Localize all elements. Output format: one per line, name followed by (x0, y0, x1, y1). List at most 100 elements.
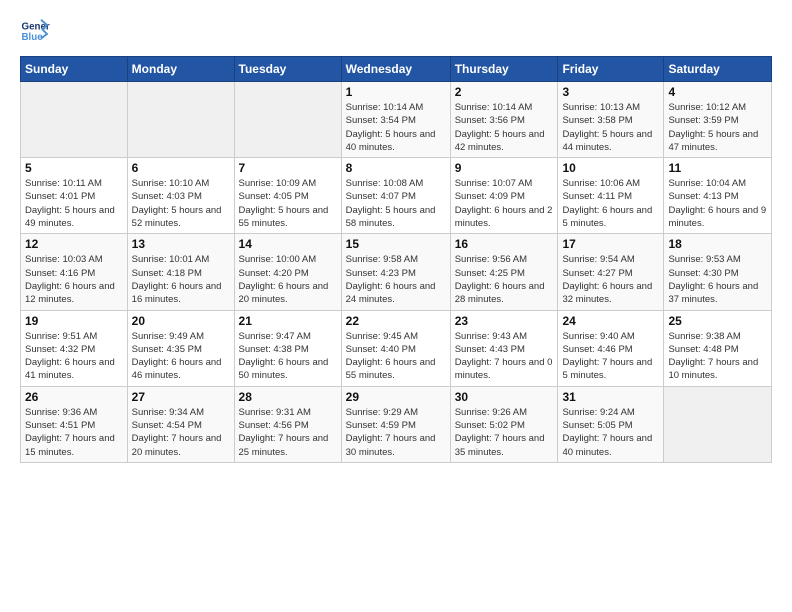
day-info: Sunrise: 9:51 AMSunset: 4:32 PMDaylight:… (25, 330, 123, 383)
day-cell-16: 16 Sunrise: 9:56 AMSunset: 4:25 PMDayligh… (450, 234, 558, 310)
day-info: Sunrise: 9:38 AMSunset: 4:48 PMDaylight:… (668, 330, 767, 383)
weekday-wednesday: Wednesday (341, 57, 450, 82)
day-number: 4 (668, 85, 767, 99)
day-info: Sunrise: 9:31 AMSunset: 4:56 PMDaylight:… (239, 406, 337, 459)
day-number: 11 (668, 161, 767, 175)
day-number: 20 (132, 314, 230, 328)
day-info: Sunrise: 9:49 AMSunset: 4:35 PMDaylight:… (132, 330, 230, 383)
day-info: Sunrise: 10:08 AMSunset: 4:07 PMDaylight… (346, 177, 446, 230)
day-number: 9 (455, 161, 554, 175)
day-number: 16 (455, 237, 554, 251)
day-info: Sunrise: 10:03 AMSunset: 4:16 PMDaylight… (25, 253, 123, 306)
day-number: 12 (25, 237, 123, 251)
day-cell-9: 9Sunrise: 10:07 AMSunset: 4:09 PMDayligh… (450, 158, 558, 234)
day-number: 28 (239, 390, 337, 404)
week-row-2: 5 Sunrise: 10:11 AMSunset: 4:01 PMDayligh… (21, 158, 772, 234)
day-cell-19: 19 Sunrise: 9:51 AMSunset: 4:32 PMDayligh… (21, 310, 128, 386)
day-cell-15: 15 Sunrise: 9:58 AMSunset: 4:23 PMDayligh… (341, 234, 450, 310)
day-number: 24 (562, 314, 659, 328)
day-cell-21: 21 Sunrise: 9:47 AMSunset: 4:38 PMDayligh… (234, 310, 341, 386)
day-cell-25: 25 Sunrise: 9:38 AMSunset: 4:48 PMDayligh… (664, 310, 772, 386)
day-number: 22 (346, 314, 446, 328)
day-cell-27: 27Sunrise: 9:34 AMSunset: 4:54 PMDayligh… (127, 386, 234, 462)
day-info: Sunrise: 10:12 AMSunset: 3:59 PMDaylight… (668, 101, 767, 154)
logo: General Blue (20, 16, 50, 46)
day-cell-8: 8 Sunrise: 10:08 AMSunset: 4:07 PMDayligh… (341, 158, 450, 234)
weekday-thursday: Thursday (450, 57, 558, 82)
day-info: Sunrise: 10:13 AMSunset: 3:58 PMDaylight… (562, 101, 659, 154)
week-row-3: 12 Sunrise: 10:03 AMSunset: 4:16 PMDaylig… (21, 234, 772, 310)
day-number: 5 (25, 161, 123, 175)
day-info: Sunrise: 10:01 AMSunset: 4:18 PMDaylight… (132, 253, 230, 306)
day-info: Sunrise: 9:47 AMSunset: 4:38 PMDaylight:… (239, 330, 337, 383)
day-cell-30: 30Sunrise: 9:26 AMSunset: 5:02 PMDayligh… (450, 386, 558, 462)
day-info: Sunrise: 9:24 AMSunset: 5:05 PMDaylight:… (562, 406, 659, 459)
day-info: Sunrise: 9:56 AMSunset: 4:25 PMDaylight:… (455, 253, 554, 306)
day-number: 2 (455, 85, 554, 99)
svg-text:Blue: Blue (22, 32, 44, 43)
weekday-monday: Monday (127, 57, 234, 82)
day-info: Sunrise: 10:11 AMSunset: 4:01 PMDaylight… (25, 177, 123, 230)
empty-cell (234, 82, 341, 158)
week-row-5: 26 Sunrise: 9:36 AMSunset: 4:51 PMDayligh… (21, 386, 772, 462)
day-cell-1: 1 Sunrise: 10:14 AMSunset: 3:54 PMDayligh… (341, 82, 450, 158)
day-info: Sunrise: 9:36 AMSunset: 4:51 PMDaylight:… (25, 406, 123, 459)
day-info: Sunrise: 9:45 AMSunset: 4:40 PMDaylight:… (346, 330, 446, 383)
weekday-tuesday: Tuesday (234, 57, 341, 82)
day-cell-3: 3 Sunrise: 10:13 AMSunset: 3:58 PMDayligh… (558, 82, 664, 158)
day-info: Sunrise: 10:14 AMSunset: 3:56 PMDaylight… (455, 101, 554, 154)
day-info: Sunrise: 10:06 AMSunset: 4:11 PMDaylight… (562, 177, 659, 230)
day-info: Sunrise: 10:00 AMSunset: 4:20 PMDaylight… (239, 253, 337, 306)
day-cell-17: 17Sunrise: 9:54 AMSunset: 4:27 PMDayligh… (558, 234, 664, 310)
day-cell-29: 29 Sunrise: 9:29 AMSunset: 4:59 PMDayligh… (341, 386, 450, 462)
day-cell-28: 28 Sunrise: 9:31 AMSunset: 4:56 PMDayligh… (234, 386, 341, 462)
day-cell-14: 14Sunrise: 10:00 AMSunset: 4:20 PMDaylig… (234, 234, 341, 310)
day-cell-23: 23 Sunrise: 9:43 AMSunset: 4:43 PMDayligh… (450, 310, 558, 386)
day-number: 13 (132, 237, 230, 251)
day-cell-20: 20 Sunrise: 9:49 AMSunset: 4:35 PMDayligh… (127, 310, 234, 386)
day-number: 21 (239, 314, 337, 328)
day-number: 6 (132, 161, 230, 175)
day-number: 3 (562, 85, 659, 99)
day-cell-13: 13 Sunrise: 10:01 AMSunset: 4:18 PMDaylig… (127, 234, 234, 310)
day-cell-6: 6 Sunrise: 10:10 AMSunset: 4:03 PMDayligh… (127, 158, 234, 234)
day-number: 7 (239, 161, 337, 175)
day-info: Sunrise: 9:40 AMSunset: 4:46 PMDaylight:… (562, 330, 659, 383)
day-number: 25 (668, 314, 767, 328)
day-info: Sunrise: 9:43 AMSunset: 4:43 PMDaylight:… (455, 330, 554, 383)
day-info: Sunrise: 10:04 AMSunset: 4:13 PMDaylight… (668, 177, 767, 230)
day-number: 23 (455, 314, 554, 328)
week-row-4: 19 Sunrise: 9:51 AMSunset: 4:32 PMDayligh… (21, 310, 772, 386)
day-cell-24: 24 Sunrise: 9:40 AMSunset: 4:46 PMDayligh… (558, 310, 664, 386)
day-number: 30 (455, 390, 554, 404)
day-number: 18 (668, 237, 767, 251)
day-number: 19 (25, 314, 123, 328)
day-number: 8 (346, 161, 446, 175)
day-number: 27 (132, 390, 230, 404)
day-number: 31 (562, 390, 659, 404)
day-info: Sunrise: 9:29 AMSunset: 4:59 PMDaylight:… (346, 406, 446, 459)
weekday-friday: Friday (558, 57, 664, 82)
day-cell-4: 4 Sunrise: 10:12 AMSunset: 3:59 PMDayligh… (664, 82, 772, 158)
page-header: General Blue (20, 16, 772, 46)
day-info: Sunrise: 9:58 AMSunset: 4:23 PMDaylight:… (346, 253, 446, 306)
day-number: 17 (562, 237, 659, 251)
day-info: Sunrise: 10:09 AMSunset: 4:05 PMDaylight… (239, 177, 337, 230)
day-number: 26 (25, 390, 123, 404)
empty-cell (127, 82, 234, 158)
day-number: 10 (562, 161, 659, 175)
day-number: 1 (346, 85, 446, 99)
day-cell-7: 7 Sunrise: 10:09 AMSunset: 4:05 PMDayligh… (234, 158, 341, 234)
day-info: Sunrise: 10:14 AMSunset: 3:54 PMDaylight… (346, 101, 446, 154)
day-cell-22: 22 Sunrise: 9:45 AMSunset: 4:40 PMDayligh… (341, 310, 450, 386)
weekday-sunday: Sunday (21, 57, 128, 82)
day-info: Sunrise: 9:53 AMSunset: 4:30 PMDaylight:… (668, 253, 767, 306)
day-cell-10: 10 Sunrise: 10:06 AMSunset: 4:11 PMDaylig… (558, 158, 664, 234)
week-row-1: 1 Sunrise: 10:14 AMSunset: 3:54 PMDayligh… (21, 82, 772, 158)
day-cell-5: 5 Sunrise: 10:11 AMSunset: 4:01 PMDayligh… (21, 158, 128, 234)
day-cell-31: 31 Sunrise: 9:24 AMSunset: 5:05 PMDayligh… (558, 386, 664, 462)
day-info: Sunrise: 10:10 AMSunset: 4:03 PMDaylight… (132, 177, 230, 230)
day-number: 15 (346, 237, 446, 251)
day-number: 29 (346, 390, 446, 404)
day-cell-18: 18 Sunrise: 9:53 AMSunset: 4:30 PMDayligh… (664, 234, 772, 310)
